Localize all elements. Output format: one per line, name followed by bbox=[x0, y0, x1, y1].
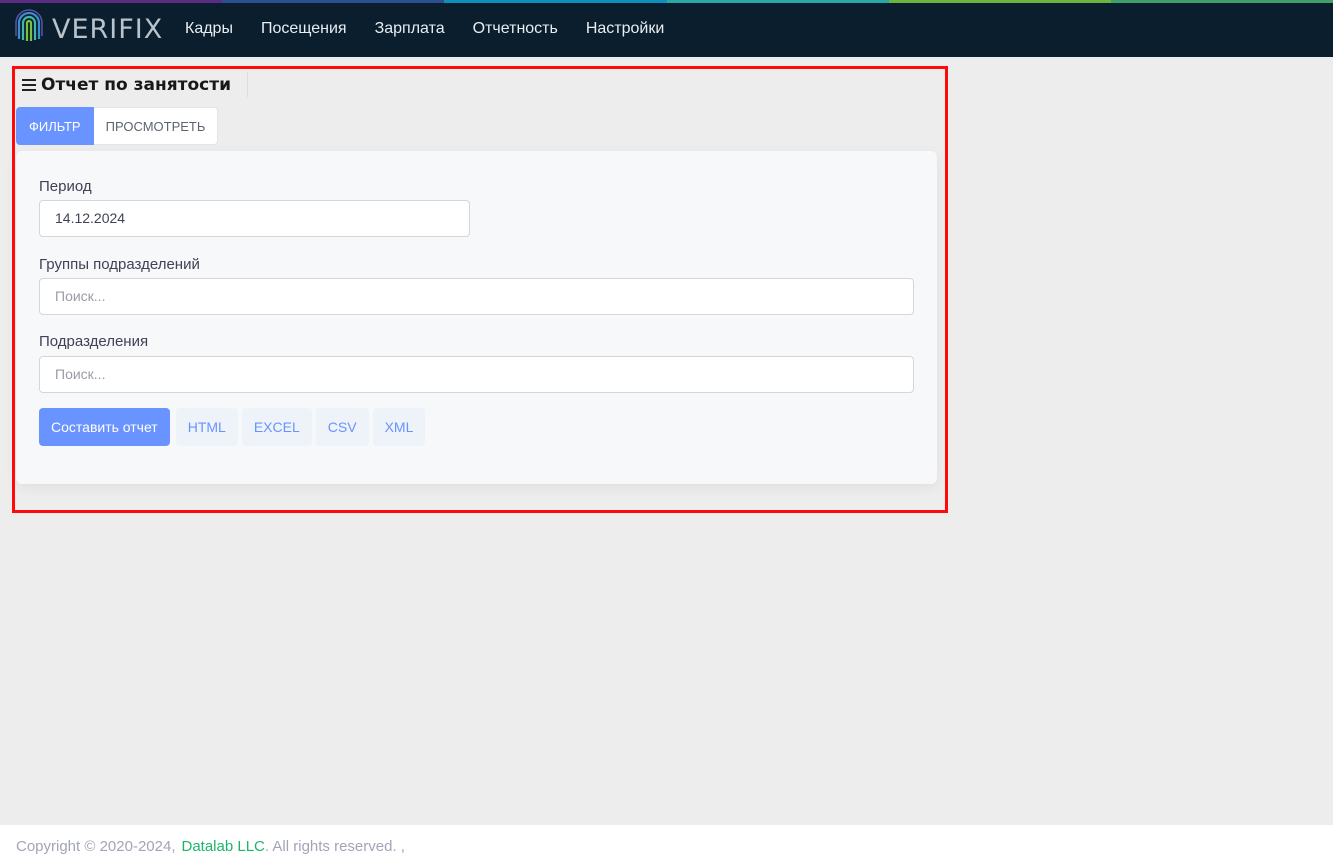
nav-item-settings[interactable]: Настройки bbox=[572, 0, 678, 57]
nav-item-reports[interactable]: Отчетность bbox=[459, 0, 572, 57]
footer-company-link[interactable]: Datalab LLC bbox=[182, 838, 265, 855]
footer: Copyright © 2020-2024, Datalab LLC. All r… bbox=[0, 825, 1333, 863]
nav-item-attendance[interactable]: Посещения bbox=[247, 0, 361, 57]
nav-item-payroll[interactable]: Зарплата bbox=[361, 0, 459, 57]
fingerprint-icon bbox=[15, 9, 43, 41]
top-navbar: VERIFIX Кадры Посещения Зарплата Отчетно… bbox=[0, 0, 1333, 57]
footer-suffix: . All rights reserved. , bbox=[264, 838, 405, 855]
nav-item-staff[interactable]: Кадры bbox=[171, 0, 247, 57]
highlight-box bbox=[12, 66, 948, 513]
brand-name: VERIFIX bbox=[52, 13, 164, 45]
footer-copyright: Copyright © 2020-2024, bbox=[16, 838, 176, 855]
verifix-logo[interactable]: VERIFIX bbox=[14, 9, 163, 49]
main-nav: Кадры Посещения Зарплата Отчетность Наст… bbox=[171, 0, 678, 57]
